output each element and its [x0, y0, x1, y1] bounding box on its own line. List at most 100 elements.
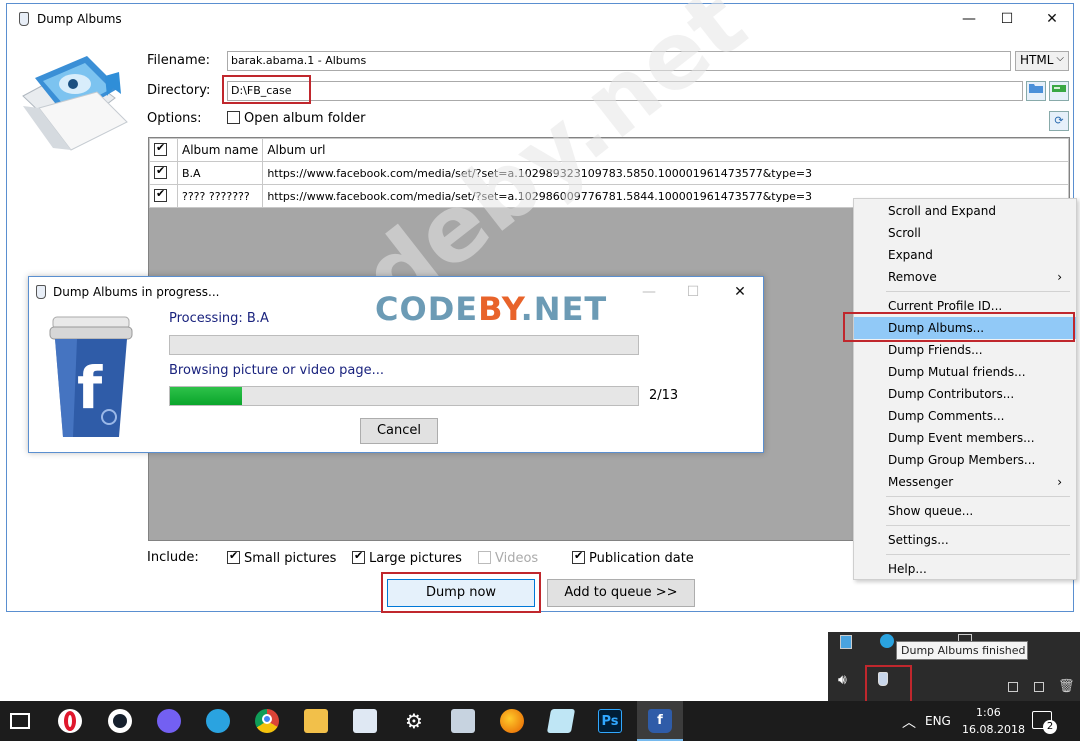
viber-icon[interactable] — [157, 709, 181, 733]
small-pictures-checkbox[interactable] — [227, 549, 240, 564]
menu-item-label: Dump Mutual friends... — [888, 365, 1026, 379]
menu-item-dump-group-members[interactable]: Dump Group Members... — [854, 449, 1076, 471]
file-explorer-icon[interactable] — [304, 709, 328, 733]
tray-trash-icon[interactable]: 🗑︎ — [1058, 679, 1075, 694]
format-select-value: HTML — [1020, 53, 1054, 67]
menu-item-current-profile-id[interactable]: Current Profile ID... — [854, 295, 1076, 317]
menu-item-dump-friends[interactable]: Dump Friends... — [854, 339, 1076, 361]
drive-icon — [1052, 85, 1066, 92]
row-check-cell[interactable] — [149, 161, 178, 185]
refresh-button[interactable]: ⟳ — [1049, 111, 1069, 131]
tray-dump-app-icon[interactable] — [878, 672, 888, 686]
watermark-brand-code: CODE — [375, 290, 479, 328]
small-pictures-option[interactable]: Small pictures — [227, 549, 336, 566]
large-pictures-label: Large pictures — [369, 551, 462, 566]
maximize-button[interactable]: ☐ — [987, 8, 1027, 30]
refresh-icon: ⟳ — [1054, 114, 1064, 127]
menu-item-settings[interactable]: Settings... — [854, 529, 1076, 551]
column-header-album-name[interactable]: Album name — [176, 138, 264, 162]
select-all-cell[interactable] — [149, 138, 178, 162]
large-pictures-checkbox[interactable] — [352, 549, 365, 564]
open-album-folder-option[interactable]: Open album folder — [227, 111, 365, 126]
menu-item-help[interactable]: Help... — [854, 558, 1076, 580]
menu-item-show-queue[interactable]: Show queue... — [854, 500, 1076, 522]
album-progress-bar — [169, 335, 639, 355]
clock-date[interactable]: 16.08.2018 — [962, 723, 1025, 736]
cancel-button[interactable]: Cancel — [360, 418, 438, 444]
watermark-brand: CODEBY.NET — [375, 290, 607, 328]
menu-item-label: Expand — [888, 248, 933, 262]
progress-counter: 2/13 — [649, 388, 679, 403]
network-app-icon[interactable] — [451, 709, 475, 733]
menu-item-label: Help... — [888, 562, 927, 576]
tray-expand-chevron-icon[interactable]: ︿ — [902, 712, 916, 732]
directory-label: Directory: — [147, 83, 211, 98]
tray-volume-icon[interactable]: 🔊︎ — [838, 672, 847, 688]
tray-tooltip: Dump Albums finished — [896, 641, 1028, 660]
menu-item-dump-event-members[interactable]: Dump Event members... — [854, 427, 1076, 449]
directory-input[interactable]: D:\FB_case — [227, 81, 1023, 101]
control-panel-icon[interactable] — [353, 709, 377, 733]
notes-app-icon[interactable] — [546, 709, 576, 733]
title-bar: Dump Albums — ☐ ✕ — [7, 4, 1073, 34]
notification-count-badge: 2 — [1043, 720, 1057, 734]
tray-monitor-icon[interactable] — [840, 635, 852, 649]
window-title: Dump Albums — [37, 12, 122, 26]
menu-separator — [886, 554, 1070, 555]
telegram-icon[interactable] — [206, 709, 230, 733]
dump-now-button[interactable]: Dump now — [387, 579, 535, 607]
menu-item-scroll[interactable]: Scroll — [854, 222, 1076, 244]
opera-icon[interactable] — [58, 709, 82, 733]
open-album-folder-checkbox[interactable] — [227, 111, 240, 124]
tray-telegram-icon[interactable] — [880, 634, 894, 648]
column-header-album-url[interactable]: Album url — [262, 138, 1069, 162]
notifications-icon[interactable]: 2 — [1032, 711, 1057, 734]
language-indicator[interactable]: ENG — [925, 714, 951, 728]
menu-item-dump-mutual-friends[interactable]: Dump Mutual friends... — [854, 361, 1076, 383]
facebook-cup-icon: f — [49, 316, 133, 437]
progress-close-button[interactable]: ✕ — [720, 281, 760, 303]
menu-item-remove[interactable]: Remove › — [854, 266, 1076, 288]
browse-folder-button[interactable] — [1026, 81, 1046, 101]
table-row[interactable]: B.A https://www.facebook.com/media/set/?… — [149, 161, 1069, 185]
publication-date-checkbox[interactable] — [572, 549, 585, 564]
progress-title: Dump Albums in progress... — [53, 285, 220, 299]
videos-option: Videos — [478, 551, 538, 566]
tray-window-icon[interactable] — [1008, 682, 1018, 692]
filename-input[interactable]: barak.abama.1 - Albums — [227, 51, 1011, 71]
menu-item-label: Dump Group Members... — [888, 453, 1036, 467]
menu-item-label: Dump Contributors... — [888, 387, 1015, 401]
cup-letter: f — [77, 354, 103, 422]
menu-item-dump-contributors[interactable]: Dump Contributors... — [854, 383, 1076, 405]
tray-copy-icon[interactable] — [1034, 682, 1044, 692]
menu-item-dump-comments[interactable]: Dump Comments... — [854, 405, 1076, 427]
taskbar-active-app[interactable]: f — [637, 701, 683, 741]
large-pictures-option[interactable]: Large pictures — [352, 549, 462, 566]
firefox-icon[interactable] — [500, 709, 524, 733]
menu-item-scroll-and-expand[interactable]: Scroll and Expand — [854, 200, 1076, 222]
photoshop-icon[interactable]: Ps — [598, 709, 622, 733]
settings-gear-icon[interactable]: ⚙︎ — [402, 709, 426, 733]
row-checkbox[interactable] — [154, 187, 167, 202]
select-all-checkbox[interactable] — [154, 141, 167, 156]
chrome-icon[interactable] — [255, 709, 279, 733]
album-name-cell: ???? ??????? — [176, 184, 264, 208]
row-check-cell[interactable] — [149, 184, 178, 208]
publication-date-option[interactable]: Publication date — [572, 549, 694, 566]
format-select[interactable]: HTML ⌵ — [1015, 51, 1069, 71]
publication-date-label: Publication date — [589, 551, 694, 566]
add-to-queue-button[interactable]: Add to queue >> — [547, 579, 695, 607]
videos-checkbox — [478, 551, 491, 564]
watermark-brand-by: BY — [478, 290, 521, 328]
menu-item-messenger[interactable]: Messenger › — [854, 471, 1076, 493]
steam-icon[interactable] — [108, 709, 132, 733]
clock-time[interactable]: 1:06 — [976, 706, 1001, 719]
open-folder-button[interactable] — [1049, 81, 1069, 101]
menu-item-expand[interactable]: Expand — [854, 244, 1076, 266]
menu-item-dump-albums[interactable]: Dump Albums... — [854, 317, 1076, 339]
minimize-button[interactable]: — — [949, 8, 989, 30]
row-checkbox[interactable] — [154, 164, 167, 179]
close-button[interactable]: ✕ — [1032, 8, 1072, 30]
menu-item-label: Scroll — [888, 226, 921, 240]
task-view-icon[interactable] — [10, 713, 30, 729]
